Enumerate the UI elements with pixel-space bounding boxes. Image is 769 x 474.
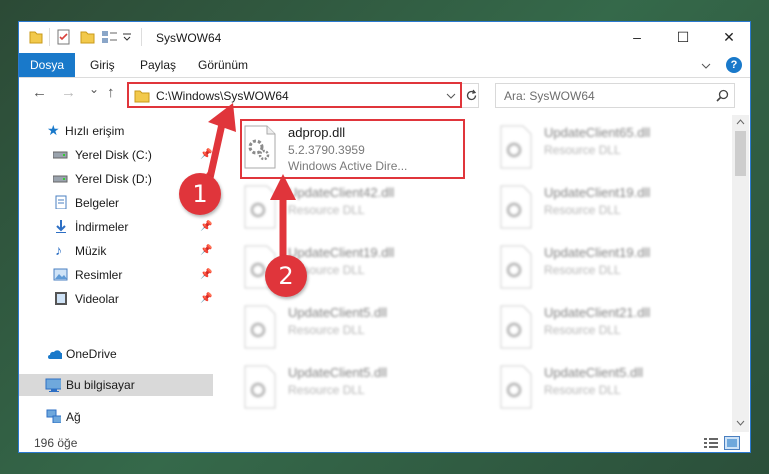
callout-2: 2 bbox=[265, 255, 307, 297]
callout-1: 1 bbox=[179, 173, 221, 215]
annotation-arrows bbox=[206, 103, 296, 260]
arrow-to-address-bar bbox=[206, 103, 236, 182]
arrow-to-file bbox=[270, 174, 296, 260]
